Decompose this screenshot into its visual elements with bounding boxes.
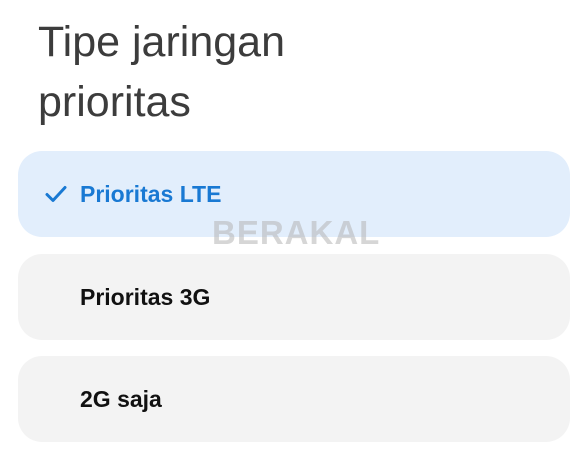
option-label: 2G saja bbox=[80, 386, 162, 412]
option-label: Prioritas LTE bbox=[80, 181, 222, 207]
option-3g-priority[interactable]: Prioritas 3G bbox=[18, 254, 570, 340]
dialog-title: Tipe jaringan prioritas bbox=[38, 18, 285, 126]
option-label: Prioritas 3G bbox=[80, 284, 211, 310]
option-lte-priority[interactable]: Prioritas LTE bbox=[18, 151, 570, 237]
option-2g-only[interactable]: 2G saja bbox=[18, 356, 570, 442]
checkmark-icon bbox=[45, 186, 67, 202]
network-type-dialog: Tipe jaringan prioritas Prioritas LTE Pr… bbox=[0, 0, 586, 468]
